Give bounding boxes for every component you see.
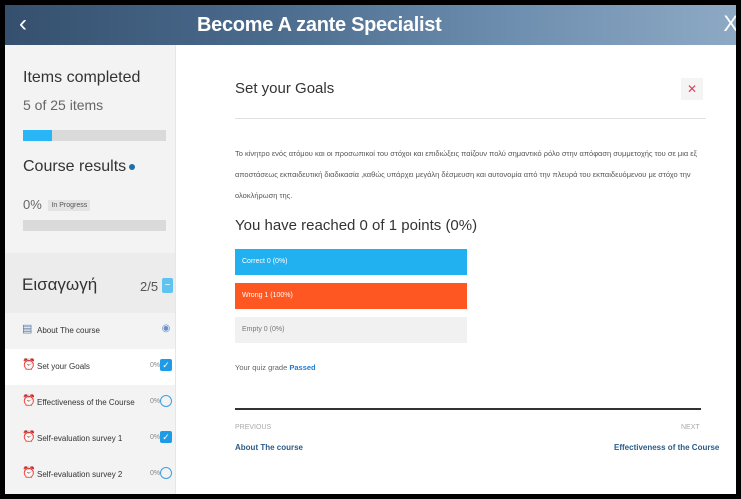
header-bar: ‹ Become A zante Specialist X xyxy=(5,5,736,45)
back-icon[interactable]: ‹ xyxy=(19,9,27,39)
app-window: ‹ Become A zante Specialist X Items comp… xyxy=(5,5,736,494)
lesson-label: Set your Goals xyxy=(37,362,90,371)
course-sidebar: Items completed 5 of 25 items Course res… xyxy=(5,45,176,494)
lesson-percent: 0% xyxy=(150,398,161,405)
quiz-grade-label: Your quiz grade xyxy=(235,363,288,372)
items-completed-count: 5 of 25 items xyxy=(23,97,104,113)
lesson-item-effectiveness[interactable]: ⏰ Effectiveness of the Course 0% xyxy=(5,385,175,421)
course-title: Become A zante Specialist xyxy=(197,14,442,36)
document-icon: ▤ xyxy=(22,323,33,335)
alarm-clock-icon: ⏰ xyxy=(22,359,36,371)
items-completed-title: Items completed xyxy=(23,69,141,86)
previous-lesson-link[interactable]: About The course xyxy=(235,443,303,452)
checkmark-icon: ✓ xyxy=(160,431,172,443)
lesson-item-survey-1[interactable]: ⏰ Self-evaluation survey 1 0% ✓ xyxy=(5,421,175,457)
quiz-grade-value: Passed xyxy=(289,363,316,372)
lesson-percent: 0% xyxy=(150,434,161,441)
lesson-item-survey-2[interactable]: ⏰ Self-evaluation survey 2 0% xyxy=(5,457,175,493)
section-name: Εισαγωγή xyxy=(22,275,98,294)
section-header[interactable]: Εισαγωγή 2/5 − xyxy=(5,253,175,313)
lesson-label: Self-evaluation survey 2 xyxy=(37,470,123,479)
checkmark-icon: ✓ xyxy=(160,359,172,371)
results-progress-bar xyxy=(23,220,166,231)
course-results-label: Course results xyxy=(23,158,127,175)
items-progress-bar xyxy=(23,130,166,141)
divider xyxy=(235,118,706,119)
status-badge: In Progress xyxy=(48,200,91,212)
lesson-percent: 0% xyxy=(150,470,161,477)
lesson-label: Self-evaluation survey 1 xyxy=(37,434,123,443)
quiz-score: You have reached 0 of 1 points (0%) xyxy=(235,217,478,234)
nav-divider xyxy=(235,408,701,410)
close-icon[interactable]: X xyxy=(723,11,736,37)
course-results-value: 0% xyxy=(23,197,42,212)
previous-caption: PREVIOUS xyxy=(235,424,272,431)
close-lesson-icon[interactable]: ✕ xyxy=(681,78,703,100)
lesson-item-about[interactable]: ▤ About The course ◉ xyxy=(5,313,175,349)
pending-ring-icon xyxy=(160,467,172,479)
next-lesson-link[interactable]: Effectiveness of the Course xyxy=(614,443,719,452)
items-progress-fill xyxy=(23,130,52,141)
result-empty: Empty 0 (0%) xyxy=(235,317,467,343)
course-results-line: 0% In Progress xyxy=(23,197,91,212)
info-dot-icon[interactable] xyxy=(129,163,136,170)
section-count: 2/5 xyxy=(140,279,159,294)
page-title: Set your Goals xyxy=(235,80,335,97)
alarm-clock-icon: ⏰ xyxy=(22,431,36,443)
lesson-item-set-goals[interactable]: ⏰ Set your Goals 0% ✓ xyxy=(5,349,175,385)
pending-ring-icon xyxy=(160,395,172,407)
collapse-toggle-icon[interactable]: − xyxy=(162,278,173,293)
lesson-percent: 0% xyxy=(150,362,161,369)
eye-icon: ◉ xyxy=(161,323,171,334)
alarm-clock-icon: ⏰ xyxy=(22,467,36,479)
next-caption: NEXT xyxy=(681,424,700,431)
result-correct: Correct 0 (0%) xyxy=(235,249,467,275)
result-wrong: Wrong 1 (100%) xyxy=(235,283,467,309)
course-results-title: Course results xyxy=(23,158,136,176)
lesson-label: Effectiveness of the Course xyxy=(37,398,135,407)
quiz-grade: Your quiz grade Passed xyxy=(235,363,316,372)
lesson-content: Set your Goals ✕ Το κίνητρο ενός ατόμου … xyxy=(177,45,736,494)
lesson-label: About The course xyxy=(37,326,101,335)
lesson-description: Το κίνητρο ενός ατόμου και οι προσωπικοί… xyxy=(235,149,698,200)
alarm-clock-icon: ⏰ xyxy=(22,395,36,407)
